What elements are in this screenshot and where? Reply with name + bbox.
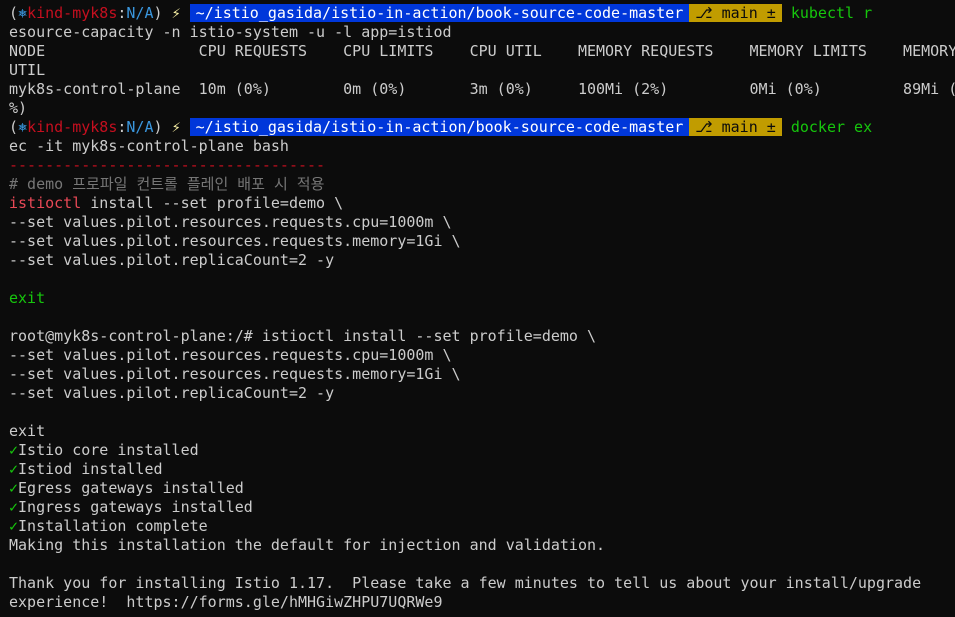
kube-namespace: N/A [126, 4, 154, 22]
table-row-wrap: %) [9, 99, 28, 117]
kube-namespace: N/A [126, 118, 154, 136]
script-line: --set values.pilot.resources.requests.cp… [9, 213, 452, 231]
command-text: docker ex [790, 118, 873, 136]
istioctl-command: istioctl [9, 194, 82, 212]
output-text: Egress gateways installed [18, 479, 244, 497]
checkmark-icon: ✓ [9, 441, 19, 459]
command-continuation: esource-capacity -n istio-system -u -l a… [9, 23, 452, 41]
output-text: Thank you for installing Istio 1.17. Ple… [9, 574, 922, 592]
table-row: myk8s-control-plane 10m (0%) 0m (0%) 3m … [9, 80, 955, 98]
shell-line: --set values.pilot.replicaCount=2 -y [9, 384, 335, 402]
table-header-wrap: UTIL [9, 61, 46, 79]
prompt-line: (⎈kind-myk8s:N/A) ⚡ ~/istio_gasida/istio… [9, 4, 955, 23]
output-text: Installation complete [18, 517, 208, 535]
output-item: ✓Ingress gateways installed [9, 498, 955, 517]
kube-context: kind-myk8s [27, 4, 118, 22]
shell-line: root@myk8s-control-plane:/# istioctl ins… [9, 327, 596, 345]
output-text: Istio core installed [18, 441, 199, 459]
checkmark-icon: ✓ [9, 460, 19, 478]
cwd-path-segment: ~/istio_gasida/istio-in-action/book-sour… [189, 4, 690, 22]
exit-command: exit [9, 289, 46, 307]
output-item: ✓Istio core installed [9, 441, 955, 460]
output-text: Making this installation the default for… [9, 536, 606, 554]
output-item: ✓Egress gateways installed [9, 479, 955, 498]
checkmark-icon: ✓ [9, 517, 19, 535]
prompt-paren-open: ( [9, 4, 19, 22]
kubernetes-icon: ⎈ [18, 118, 28, 136]
prompt-paren-open: ( [9, 118, 19, 136]
command-continuation: ec -it myk8s-control-plane bash [9, 137, 289, 155]
prompt-line: (⎈kind-myk8s:N/A) ⚡ ~/istio_gasida/istio… [9, 118, 955, 137]
output-text: Istiod installed [18, 460, 163, 478]
lightning-icon: ⚡ [171, 118, 181, 136]
script-line: --set values.pilot.replicaCount=2 -y [9, 251, 335, 269]
output-text: Ingress gateways installed [18, 498, 253, 516]
script-line: --set values.pilot.resources.requests.me… [9, 232, 461, 250]
checkmark-icon: ✓ [9, 498, 19, 516]
output-item: ✓Istiod installed [9, 460, 955, 479]
shell-line: --set values.pilot.resources.requests.me… [9, 365, 461, 383]
divider-line: ----------------------------------- [9, 156, 326, 174]
prompt-paren-close: ) [153, 118, 163, 136]
output-item: ✓Installation complete [9, 517, 955, 536]
checkmark-icon: ✓ [9, 479, 19, 497]
output-text: experience! https://forms.gle/hMHGiwZHPU… [9, 593, 443, 611]
lightning-icon: ⚡ [171, 4, 181, 22]
terminal-window[interactable]: (⎈kind-myk8s:N/A) ⚡ ~/istio_gasida/istio… [0, 0, 955, 617]
table-header: NODE CPU REQUESTS CPU LIMITS CPU UTIL ME… [9, 42, 955, 60]
comment-line: # demo 프로파일 컨트롤 플레인 배포 시 적용 [9, 175, 325, 193]
git-branch-segment: ⎇ main ± [689, 118, 782, 136]
shell-line: --set values.pilot.resources.requests.cp… [9, 346, 452, 364]
prompt-paren-close: ) [153, 4, 163, 22]
script-args: install --set profile=demo \ [81, 194, 344, 212]
kubernetes-icon: ⎈ [18, 4, 28, 22]
git-branch-segment: ⎇ main ± [689, 4, 782, 22]
cwd-path-segment: ~/istio_gasida/istio-in-action/book-sour… [189, 118, 690, 136]
kube-context: kind-myk8s [27, 118, 118, 136]
shell-line: exit [9, 422, 46, 440]
command-text: kubectl r [790, 4, 873, 22]
script-line: istioctl install --set profile=demo \ [9, 194, 955, 213]
